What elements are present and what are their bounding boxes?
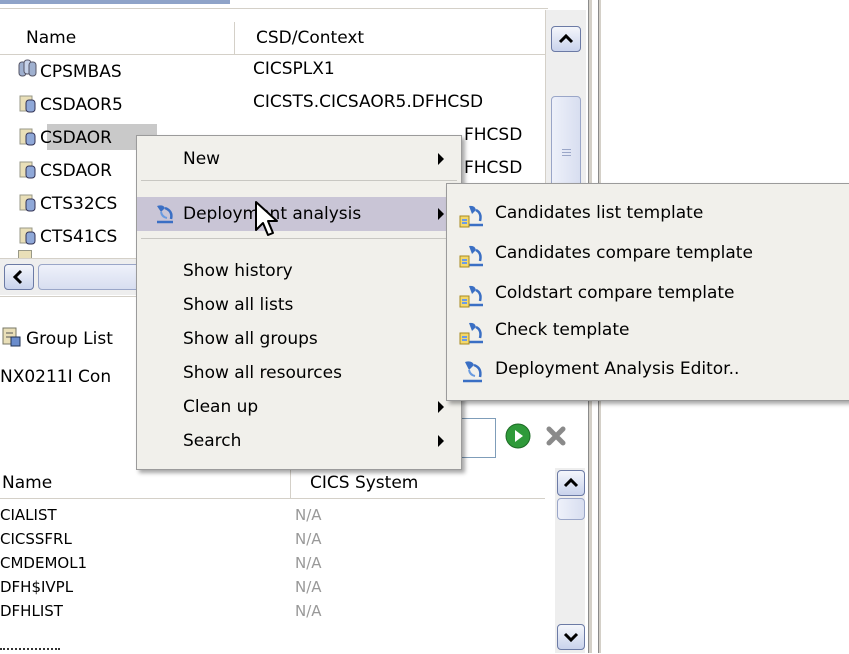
row-system: N/A: [295, 578, 322, 596]
template-icon: [459, 245, 483, 268]
table-row[interactable]: DFH$IVPL N/A: [0, 575, 545, 599]
template-icon: [459, 285, 483, 308]
submenu-arrow-icon: [438, 208, 444, 220]
chevron-up-icon: [563, 477, 579, 488]
csd-icon: [19, 227, 36, 245]
menu-item-show-all-lists[interactable]: Show all lists: [137, 288, 461, 322]
table-header: Name CICS System: [0, 468, 545, 499]
row-name: CTS41CS: [40, 227, 118, 247]
chevron-up-icon: [558, 33, 574, 44]
row-name: CSDAOR5: [40, 95, 123, 115]
menu-item-deployment-analysis[interactable]: Deployment analysis: [137, 197, 461, 231]
deployment-analysis-submenu: Candidates list template Candidates comp…: [446, 183, 849, 401]
group-list-table: Name CICS System CIALIST N/A CICSSFRL N/…: [0, 468, 585, 653]
deployment-analysis-icon: [157, 205, 173, 224]
group-list-tab[interactable]: Group List: [0, 326, 113, 352]
scroll-up-button[interactable]: [557, 470, 585, 496]
column-header-name[interactable]: Name: [2, 473, 52, 493]
template-icon: [459, 322, 483, 345]
vertical-scrollbar[interactable]: [555, 468, 585, 653]
row-name: CMDEMOL1: [0, 554, 88, 572]
table-row[interactable]: CICSSFRL N/A: [0, 527, 545, 551]
csd-icon: [19, 128, 36, 146]
table-row[interactable]: DFHLIST N/A: [0, 599, 545, 623]
submenu-item-deployment-analysis-editor[interactable]: Deployment Analysis Editor..: [447, 354, 849, 388]
clear-icon: [546, 426, 566, 446]
column-header-system[interactable]: CICS System: [310, 473, 418, 493]
column-divider[interactable]: [290, 468, 291, 498]
table-row[interactable]: CPSMBAS CICSPLX1: [0, 55, 545, 86]
chevron-down-icon: [563, 632, 579, 643]
submenu-arrow-icon: [438, 435, 444, 447]
csd-icon: [19, 194, 36, 212]
csd-icon: [19, 95, 36, 113]
clear-button[interactable]: [541, 421, 571, 451]
submenu-item-coldstart-compare-template[interactable]: Coldstart compare template: [447, 278, 849, 312]
row-context: FHCSD: [464, 125, 523, 145]
group-list-icon: [2, 327, 21, 347]
row-name: CTS32CS: [40, 194, 118, 214]
go-icon: [505, 423, 531, 449]
row-system: N/A: [295, 506, 322, 524]
row-context: FHCSD: [464, 158, 523, 178]
row-name: CSDAOR: [40, 161, 112, 181]
row-context: CICSTS.CICSAOR5.DFHCSD: [253, 92, 484, 112]
chevron-left-icon: [12, 269, 23, 285]
row-system: N/A: [295, 602, 322, 620]
table-header: Name CSD/Context: [0, 22, 545, 55]
scroll-down-button[interactable]: [557, 624, 585, 650]
column-header-name[interactable]: Name: [26, 28, 76, 48]
submenu-item-check-template[interactable]: Check template: [447, 315, 849, 349]
scroll-up-button[interactable]: [551, 26, 581, 52]
partial-row: [0, 624, 545, 653]
row-system: N/A: [295, 554, 322, 572]
status-message: NX0211I Con: [0, 367, 112, 387]
go-button[interactable]: [503, 421, 533, 451]
column-divider[interactable]: [234, 22, 235, 54]
group-list-tab-label: Group List: [26, 329, 113, 349]
tab-strip-indicator: [0, 0, 230, 4]
csd-icon: [19, 161, 36, 179]
mouse-cursor-icon: [255, 201, 278, 236]
row-name: DFH$IVPL: [0, 578, 74, 596]
partial-row-icon: [18, 250, 38, 258]
table-row[interactable]: CMDEMOL1 N/A: [0, 551, 545, 575]
row-name: CPSMBAS: [40, 62, 122, 82]
row-name: CICSSFRL: [0, 530, 72, 548]
row-name: CSDAOR: [40, 128, 112, 148]
column-header-context[interactable]: CSD/Context: [256, 28, 364, 48]
scroll-left-button[interactable]: [4, 264, 34, 290]
menu-item-new[interactable]: New: [137, 142, 461, 176]
vertical-scroll-thumb[interactable]: [557, 498, 585, 520]
submenu-arrow-icon: [438, 153, 444, 165]
table-row[interactable]: CIALIST N/A: [0, 503, 545, 527]
submenu-item-candidates-compare-template[interactable]: Candidates compare template: [447, 238, 849, 272]
menu-item-show-history[interactable]: Show history: [137, 254, 461, 288]
row-context: CICSPLX1: [253, 59, 335, 79]
table-row[interactable]: CSDAOR5 CICSTS.CICSAOR5.DFHCSD: [0, 88, 545, 119]
submenu-arrow-icon: [438, 401, 444, 413]
menu-separator: [141, 238, 457, 239]
submenu-item-candidates-list-template[interactable]: Candidates list template: [447, 198, 849, 232]
menu-item-show-all-resources[interactable]: Show all resources: [137, 356, 461, 390]
menu-item-clean-up[interactable]: Clean up: [137, 390, 461, 424]
template-icon: [459, 205, 483, 228]
row-system: N/A: [295, 530, 322, 548]
menu-item-show-all-groups[interactable]: Show all groups: [137, 322, 461, 356]
row-name: CIALIST: [0, 506, 57, 524]
deployment-analysis-icon: [463, 361, 482, 383]
menu-separator: [141, 180, 457, 181]
context-menu: New Deployment analysis Show history Sho…: [136, 135, 462, 470]
row-name: DFHLIST: [0, 602, 63, 620]
cicsplex-icon: [18, 59, 37, 77]
menu-item-search[interactable]: Search: [137, 424, 461, 458]
